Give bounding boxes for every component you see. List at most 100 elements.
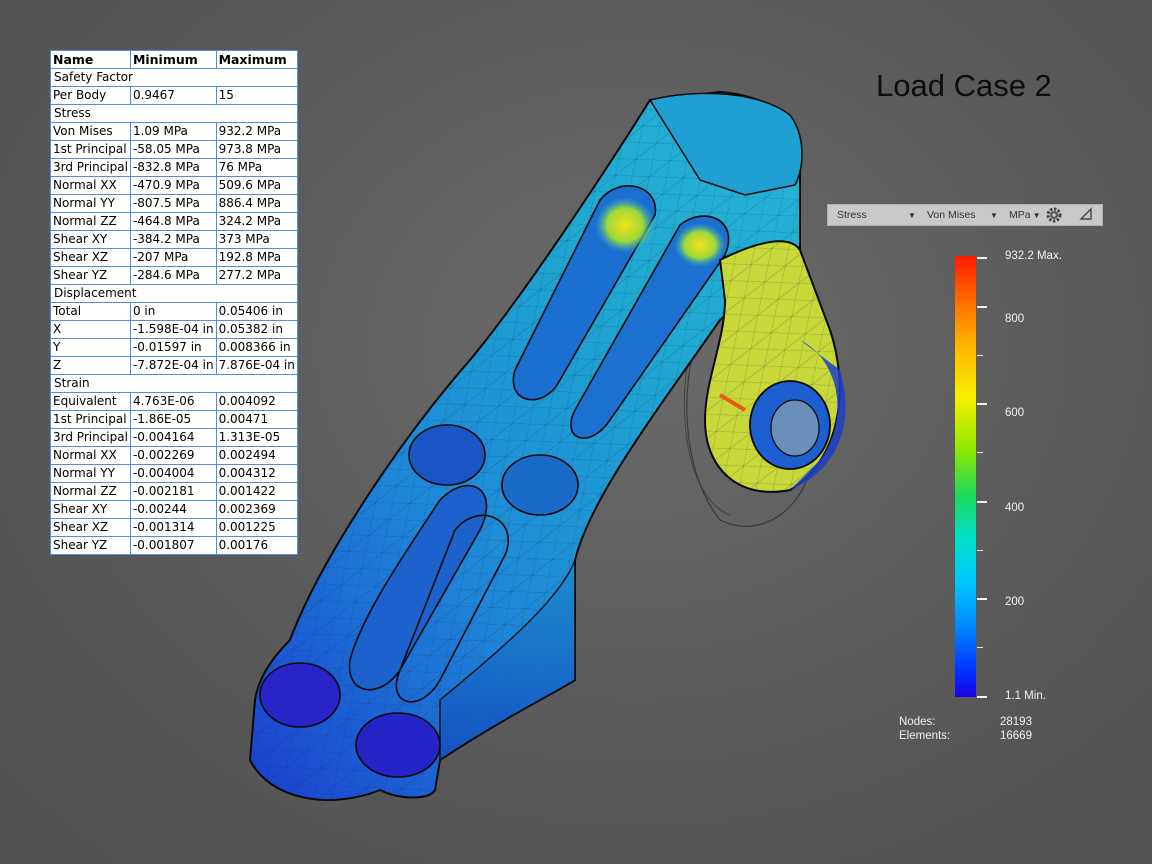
result-type-label: Stress (837, 209, 867, 221)
minimum-cell: -0.002269 (129, 446, 217, 465)
maximum-cell: 509.6 MPa (215, 176, 298, 195)
minimum-cell: -58.05 MPa (129, 140, 217, 159)
minimum-cell: -0.002181 (129, 482, 217, 501)
minimum-cell: -1.86E-05 (129, 410, 217, 429)
maximum-cell: 0.05382 in (215, 320, 298, 339)
minimum-cell: -0.001314 (129, 518, 217, 537)
unit-dropdown[interactable]: MPa ▼ (1009, 205, 1041, 225)
maximum-cell: 7.876E-04 in (215, 356, 298, 375)
minimum-cell: -284.6 MPa (129, 266, 217, 285)
result-name-cell: Von Mises (50, 122, 131, 141)
result-name-cell: Shear XZ (50, 248, 131, 267)
component-label: Von Mises (927, 209, 976, 221)
table-row: Y -0.01597 in 0.008366 in (50, 338, 298, 357)
maximum-cell: 0.05406 in (215, 302, 298, 321)
maximum-cell: 277.2 MPa (215, 266, 298, 285)
section-row: Stress (50, 104, 298, 123)
table-row: Per Body 0.9467 15 (50, 86, 298, 105)
table-row: 3rd Principal -0.004164 1.313E-05 (50, 428, 298, 447)
column-header-name: Name (50, 50, 131, 69)
table-row: Shear YZ -284.6 MPa 277.2 MPa (50, 266, 298, 285)
legend-tick-label-800: 800 (1005, 313, 1025, 325)
result-name-cell: Shear XY (50, 500, 131, 519)
column-header-minimum: Minimum (129, 50, 217, 69)
load-case-title: Load Case 2 (876, 68, 1052, 103)
maximum-cell: 1.313E-05 (215, 428, 298, 447)
section-label: Displacement (50, 284, 298, 303)
result-name-cell: Normal ZZ (50, 212, 131, 231)
maximum-cell: 373 MPa (215, 230, 298, 249)
minimum-cell: -0.004164 (129, 428, 217, 447)
minimum-cell: 0.9467 (129, 86, 217, 105)
legend-tick-label-200: 200 (1005, 596, 1025, 608)
legend-min-label: 1.1 Min. (1005, 690, 1046, 702)
stress-color-scale (955, 256, 976, 697)
table-row: Z -7.872E-04 in 7.876E-04 in (50, 356, 298, 375)
elements-label: Elements: (899, 730, 951, 742)
table-row: Normal ZZ -464.8 MPa 324.2 MPa (50, 212, 298, 231)
triangle-icon[interactable] (1079, 207, 1093, 227)
maximum-cell: 0.001422 (215, 482, 298, 501)
result-name-cell: Total (50, 302, 131, 321)
table-row: Normal YY -0.004004 0.004312 (50, 464, 298, 483)
minimum-cell: -0.00244 (129, 500, 217, 519)
minimum-cell: -0.001807 (129, 536, 217, 555)
result-name-cell: Shear XZ (50, 518, 131, 537)
table-row: Shear XY -0.00244 0.002369 (50, 500, 298, 519)
chevron-down-icon: ▼ (908, 211, 916, 220)
minimum-cell: -832.8 MPa (129, 158, 217, 177)
legend-tick-mark (977, 257, 987, 259)
table-row: 3rd Principal -832.8 MPa 76 MPa (50, 158, 298, 177)
nodes-label: Nodes: (899, 716, 936, 728)
maximum-cell: 0.002494 (215, 446, 298, 465)
result-name-cell: 1st Principal (50, 410, 131, 429)
minimum-cell: -464.8 MPa (129, 212, 217, 231)
maximum-cell: 76 MPa (215, 158, 298, 177)
result-name-cell: Y (50, 338, 131, 357)
table-row: Normal ZZ -0.002181 0.001422 (50, 482, 298, 501)
legend-tick-label-600: 600 (1005, 407, 1025, 419)
legend-tick-label-400: 400 (1005, 502, 1025, 514)
result-name-cell: Normal YY (50, 194, 131, 213)
table-row: Shear XZ -207 MPa 192.8 MPa (50, 248, 298, 267)
result-name-cell: Normal XX (50, 176, 131, 195)
maximum-cell: 192.8 MPa (215, 248, 298, 267)
result-name-cell: Shear YZ (50, 536, 131, 555)
result-name-cell: 3rd Principal (50, 428, 131, 447)
maximum-cell: 0.00176 (215, 536, 298, 555)
maximum-cell: 973.8 MPa (215, 140, 298, 159)
maximum-cell: 0.004312 (215, 464, 298, 483)
table-row: X -1.598E-04 in 0.05382 in (50, 320, 298, 339)
table-row: Equivalent 4.763E-06 0.004092 (50, 392, 298, 411)
legend-tick-mark (977, 403, 987, 405)
elements-value: 16669 (1000, 730, 1032, 742)
table-row: Normal XX -470.9 MPa 509.6 MPa (50, 176, 298, 195)
table-row: Normal XX -0.002269 0.002494 (50, 446, 298, 465)
minimum-cell: 4.763E-06 (129, 392, 217, 411)
minimum-cell: -0.004004 (129, 464, 217, 483)
legend-toolbar: Stress ▼ Von Mises ▼ MPa ▼ (827, 204, 1103, 226)
result-name-cell: Per Body (50, 86, 131, 105)
result-name-cell: 3rd Principal (50, 158, 131, 177)
result-name-cell: Normal ZZ (50, 482, 131, 501)
maximum-cell: 932.2 MPa (215, 122, 298, 141)
maximum-cell: 324.2 MPa (215, 212, 298, 231)
minimum-cell: -207 MPa (129, 248, 217, 267)
table-row: 1st Principal -58.05 MPa 973.8 MPa (50, 140, 298, 159)
section-row: Displacement (50, 284, 298, 303)
section-row: Strain (50, 374, 298, 393)
nodes-value: 28193 (1000, 716, 1032, 728)
gear-icon[interactable] (1045, 206, 1063, 226)
minimum-cell: 1.09 MPa (129, 122, 217, 141)
section-label: Strain (50, 374, 298, 393)
column-header-maximum: Maximum (215, 50, 298, 69)
minimum-cell: -7.872E-04 in (129, 356, 217, 375)
maximum-cell: 0.001225 (215, 518, 298, 537)
result-name-cell: Equivalent (50, 392, 131, 411)
table-row: Shear XZ -0.001314 0.001225 (50, 518, 298, 537)
maximum-cell: 886.4 MPa (215, 194, 298, 213)
maximum-cell: 0.00471 (215, 410, 298, 429)
minimum-cell: -0.01597 in (129, 338, 217, 357)
minimum-cell: -807.5 MPa (129, 194, 217, 213)
legend-tick-mark (977, 501, 987, 503)
